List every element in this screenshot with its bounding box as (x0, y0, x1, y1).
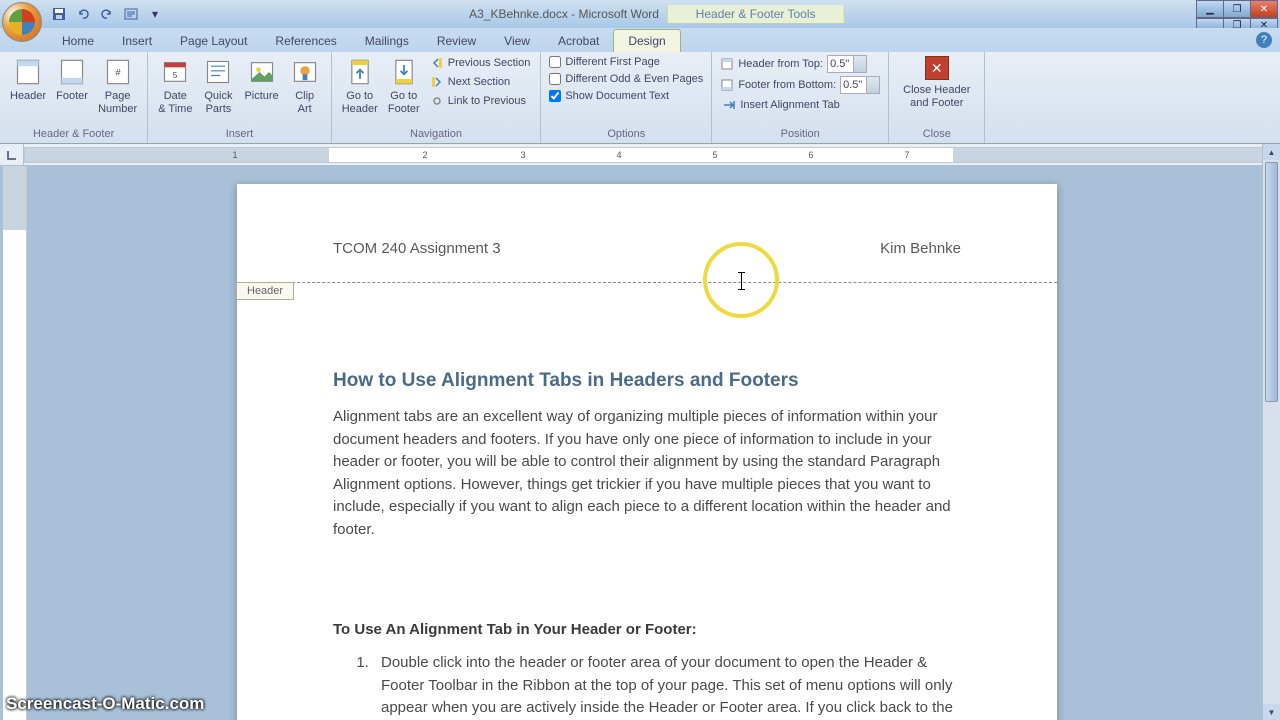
group-label: Insert (154, 127, 324, 141)
insert-alignment-tab-button[interactable]: Insert Alignment Tab (718, 96, 882, 114)
watermark-text: Screencast-O-Matic.com (6, 694, 204, 714)
document-canvas[interactable]: TCOM 240 Assignment 3 Kim Behnke Header … (27, 166, 1280, 720)
page: TCOM 240 Assignment 3 Kim Behnke Header … (237, 184, 1057, 720)
ribbon: Header Footer #Page Number Header & Foot… (0, 52, 1280, 144)
tab-home[interactable]: Home (48, 30, 108, 52)
tab-acrobat[interactable]: Acrobat (544, 30, 613, 52)
group-position: Header from Top: 0.5" Footer from Bottom:… (712, 52, 889, 143)
tab-design[interactable]: Design (613, 29, 680, 52)
group-options: Different First Page Different Odd & Eve… (541, 52, 712, 143)
contextual-tab-title: Header & Footer Tools (667, 5, 845, 24)
document-paragraph: Alignment tabs are an excellent way of o… (333, 406, 961, 541)
tab-mailings[interactable]: Mailings (351, 30, 423, 52)
close-header-footer-button[interactable]: ✕ Close Header and Footer (895, 54, 978, 111)
office-button[interactable] (2, 2, 42, 42)
group-label: Options (547, 127, 705, 141)
different-first-page-checkbox[interactable]: Different First Page (547, 54, 705, 70)
group-navigation: Go to Header Go to Footer Previous Secti… (332, 52, 542, 143)
date-time-button[interactable]: 5Date & Time (154, 54, 196, 117)
title-bar: ▾ A3_KBehnke.docx - Microsoft Word Heade… (0, 0, 1280, 28)
header-right-text[interactable]: Kim Behnke (880, 240, 961, 257)
group-header-footer: Header Footer #Page Number Header & Foot… (0, 52, 148, 143)
window-title: A3_KBehnke.docx - Microsoft Word (469, 7, 659, 21)
document-area: TCOM 240 Assignment 3 Kim Behnke Header … (0, 166, 1280, 720)
document-heading: How to Use Alignment Tabs in Headers and… (333, 370, 961, 392)
header-top-icon (720, 57, 734, 71)
footer-from-bottom-label: Footer from Bottom: (738, 79, 836, 91)
maximize-icon[interactable]: ❐ (1223, 0, 1251, 18)
tab-review[interactable]: Review (423, 30, 490, 52)
tab-view[interactable]: View (490, 30, 544, 52)
horizontal-ruler[interactable]: 1 2 3 4 5 6 7 (24, 147, 1264, 163)
text-cursor-icon (741, 272, 742, 290)
tab-insert[interactable]: Insert (108, 30, 166, 52)
header-from-top-label: Header from Top: (738, 58, 823, 70)
svg-text:#: # (115, 68, 121, 78)
clip-art-button[interactable]: Clip Art (285, 54, 325, 117)
qat-icon[interactable] (120, 3, 142, 25)
header-from-top-spinner[interactable]: 0.5" (827, 55, 867, 73)
link-to-previous-button[interactable]: Link to Previous (426, 92, 535, 110)
close-icon[interactable]: ✕ (1250, 0, 1278, 18)
goto-header-button[interactable]: Go to Header (338, 54, 382, 117)
list-item: Double click into the header or footer a… (373, 652, 961, 720)
footer-bottom-icon (720, 78, 734, 92)
minimize-icon[interactable]: ▁ (1196, 0, 1224, 18)
ruler-area: 1 2 3 4 5 6 7 (0, 144, 1280, 166)
close-x-icon: ✕ (925, 56, 949, 80)
ribbon-tabs: Home Insert Page Layout References Maili… (0, 28, 1280, 52)
tab-selector[interactable] (0, 144, 24, 166)
header-left-text[interactable]: TCOM 240 Assignment 3 (333, 240, 501, 257)
document-subheading: To Use An Alignment Tab in Your Header o… (333, 621, 961, 638)
scroll-thumb[interactable] (1265, 162, 1278, 402)
group-label: Close (895, 127, 978, 141)
group-label: Navigation (338, 127, 535, 141)
tab-references[interactable]: References (261, 30, 350, 52)
goto-footer-button[interactable]: Go to Footer (384, 54, 424, 117)
tab-page-layout[interactable]: Page Layout (166, 30, 261, 52)
show-document-text-checkbox[interactable]: Show Document Text (547, 88, 705, 104)
group-close: ✕ Close Header and Footer Close (889, 52, 985, 143)
header-button[interactable]: Header (6, 54, 50, 105)
scroll-up-icon[interactable]: ▲ (1263, 144, 1280, 160)
vertical-scrollbar[interactable]: ▲ ▼ (1262, 144, 1280, 720)
undo-icon[interactable] (72, 3, 94, 25)
vertical-ruler[interactable] (3, 166, 27, 720)
footer-button[interactable]: Footer (52, 54, 92, 105)
previous-section-button[interactable]: Previous Section (426, 54, 535, 72)
group-insert: 5Date & Time Quick Parts Picture Clip Ar… (148, 52, 331, 143)
header-area-tag: Header (236, 282, 294, 300)
group-label: Header & Footer (6, 127, 141, 141)
picture-button[interactable]: Picture (240, 54, 282, 105)
page-number-button[interactable]: #Page Number (94, 54, 141, 117)
header-boundary-line (237, 282, 1057, 283)
footer-from-bottom-spinner[interactable]: 0.5" (840, 76, 880, 94)
quick-access-toolbar: ▾ (48, 3, 166, 25)
svg-text:5: 5 (173, 71, 178, 80)
quick-parts-button[interactable]: Quick Parts (198, 54, 238, 117)
help-icon[interactable]: ? (1256, 32, 1272, 48)
document-list: Double click into the header or footer a… (333, 652, 961, 720)
group-label: Position (718, 127, 882, 141)
next-section-button[interactable]: Next Section (426, 73, 535, 91)
different-odd-even-checkbox[interactable]: Different Odd & Even Pages (547, 71, 705, 87)
qat-dropdown-icon[interactable]: ▾ (144, 3, 166, 25)
scroll-down-icon[interactable]: ▼ (1263, 704, 1280, 720)
save-icon[interactable] (48, 3, 70, 25)
redo-icon[interactable] (96, 3, 118, 25)
